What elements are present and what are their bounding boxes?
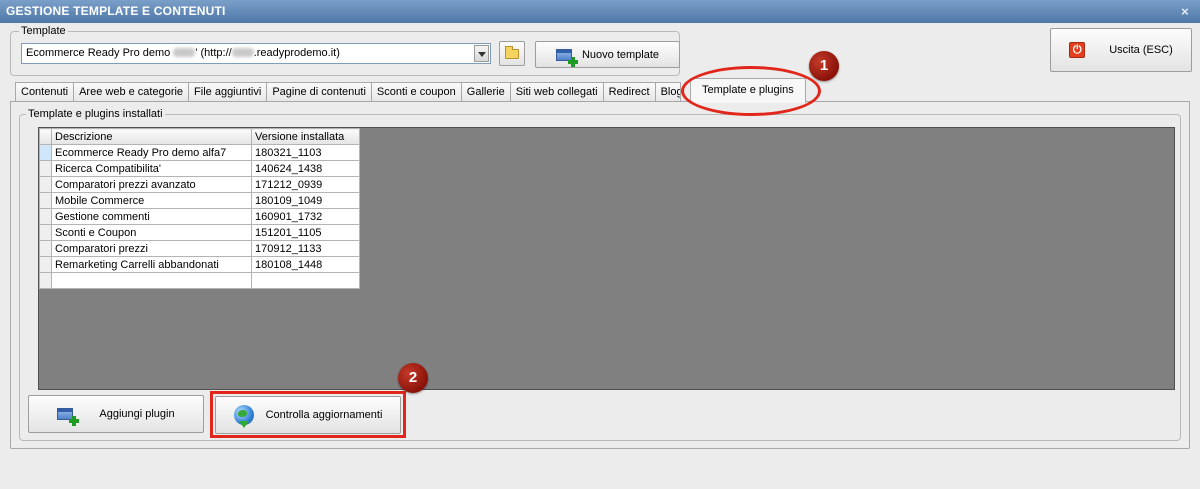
row-selector-header [39, 128, 52, 145]
tab-siti-web[interactable]: Siti web collegati [509, 82, 604, 102]
tab-strip: Contenuti Aree web e categorie File aggi… [15, 78, 806, 103]
power-icon: ⏻ [1069, 42, 1086, 58]
plugin-version: 160901_1732 [251, 208, 360, 225]
add-window-icon [57, 408, 80, 426]
table-row[interactable]: Ecommerce Ready Pro demo alfa7 180321_11… [39, 144, 360, 161]
plugins-group: Template e plugins installati Descrizion… [19, 108, 1181, 441]
highlight-ellipse [681, 66, 821, 116]
highlight-rectangle [210, 391, 406, 438]
plugin-description: Comparatori prezzi avanzato [51, 176, 252, 193]
plugins-grid[interactable]: Descrizione Versione installata Ecommerc… [38, 127, 1175, 390]
exit-button[interactable]: ⏻ Uscita (ESC) [1050, 28, 1192, 72]
column-header-version[interactable]: Versione installata [251, 128, 360, 145]
row-selector[interactable] [39, 208, 52, 225]
plugin-version: 180321_1103 [251, 144, 360, 161]
window-titlebar: GESTIONE TEMPLATE E CONTENUTI × [0, 0, 1200, 23]
row-selector[interactable] [39, 176, 52, 193]
tab-redirect[interactable]: Redirect [602, 82, 656, 102]
plugin-version: 171212_0939 [251, 176, 360, 193]
add-plugin-label: Aggiungi plugin [99, 408, 175, 420]
table-row[interactable]: Remarketing Carrelli abbandonati 180108_… [39, 256, 360, 273]
plugin-version: 140624_1438 [251, 160, 360, 177]
tab-blog[interactable]: Blog [654, 82, 681, 102]
tab-pagine-contenuti[interactable]: Pagine di contenuti [266, 82, 372, 102]
redacted-text [231, 48, 254, 57]
plugin-description-empty[interactable] [51, 272, 252, 289]
tab-contenuti[interactable]: Contenuti [15, 82, 75, 102]
plugin-version: 180109_1049 [251, 192, 360, 209]
redacted-text [173, 48, 196, 57]
tab-file-aggiuntivi[interactable]: File aggiuntivi [188, 82, 268, 102]
table-row[interactable]: Sconti e Coupon 151201_1105 [39, 224, 360, 241]
plugin-description: Comparatori prezzi [51, 240, 252, 257]
row-selector[interactable] [39, 256, 52, 273]
table-row[interactable]: Ricerca Compatibilita' 140624_1438 [39, 160, 360, 177]
plugin-description: Remarketing Carrelli abbandonati [51, 256, 252, 273]
row-selector[interactable] [39, 192, 52, 209]
template-select[interactable]: Ecommerce Ready Pro demo ' (http:// .read… [21, 43, 491, 64]
plugin-version: 151201_1105 [251, 224, 360, 241]
plugin-description: Sconti e Coupon [51, 224, 252, 241]
plugin-version: 180108_1448 [251, 256, 360, 273]
row-selector[interactable] [39, 160, 52, 177]
table-row[interactable]: Mobile Commerce 180109_1049 [39, 192, 360, 209]
table-row-new[interactable] [39, 272, 360, 289]
table-row[interactable]: Gestione commenti 160901_1732 [39, 208, 360, 225]
template-select-prefix: Ecommerce Ready Pro demo [26, 47, 174, 59]
table-header-row: Descrizione Versione installata [39, 128, 360, 145]
template-select-suffix: ' (http:// [195, 47, 232, 59]
template-group: Template Ecommerce Ready Pro demo ' (htt… [10, 25, 680, 76]
add-window-icon [555, 48, 578, 67]
column-header-description[interactable]: Descrizione [51, 128, 252, 145]
annotation-badge-1: 1 [809, 51, 839, 81]
new-template-button[interactable]: Nuovo template [535, 41, 680, 68]
plugin-description: Mobile Commerce [51, 192, 252, 209]
table-row[interactable]: Comparatori prezzi avanzato 171212_0939 [39, 176, 360, 193]
tab-sconti-coupon[interactable]: Sconti e coupon [370, 82, 462, 102]
template-select-domain: .readyprodemo.it) [253, 47, 340, 59]
new-template-label: Nuovo template [581, 48, 660, 61]
table-row[interactable]: Comparatori prezzi 170912_1133 [39, 240, 360, 257]
plugin-description: Ecommerce Ready Pro demo alfa7 [51, 144, 252, 161]
open-folder-button[interactable] [499, 41, 525, 66]
annotation-badge-2: 2 [398, 363, 428, 393]
tab-gallerie[interactable]: Gallerie [460, 82, 511, 102]
exit-label: Uscita (ESC) [1109, 44, 1173, 56]
plugins-table: Descrizione Versione installata Ecommerc… [39, 128, 360, 289]
row-selector[interactable] [39, 224, 52, 241]
chevron-down-icon[interactable] [474, 45, 489, 62]
plugin-description: Gestione commenti [51, 208, 252, 225]
close-icon[interactable]: × [1178, 0, 1192, 23]
row-selector[interactable] [39, 240, 52, 257]
template-legend: Template [19, 25, 68, 37]
tab-aree-web[interactable]: Aree web e categorie [73, 82, 190, 102]
plugins-legend: Template e plugins installati [26, 108, 165, 120]
row-selector[interactable] [39, 272, 52, 289]
plugin-version-empty[interactable] [251, 272, 360, 289]
add-plugin-button[interactable]: Aggiungi plugin [28, 395, 204, 433]
plugin-version: 170912_1133 [251, 240, 360, 257]
window-title: GESTIONE TEMPLATE E CONTENUTI [6, 4, 226, 18]
folder-icon [505, 45, 519, 59]
row-selector[interactable] [39, 144, 52, 161]
plugin-description: Ricerca Compatibilita' [51, 160, 252, 177]
